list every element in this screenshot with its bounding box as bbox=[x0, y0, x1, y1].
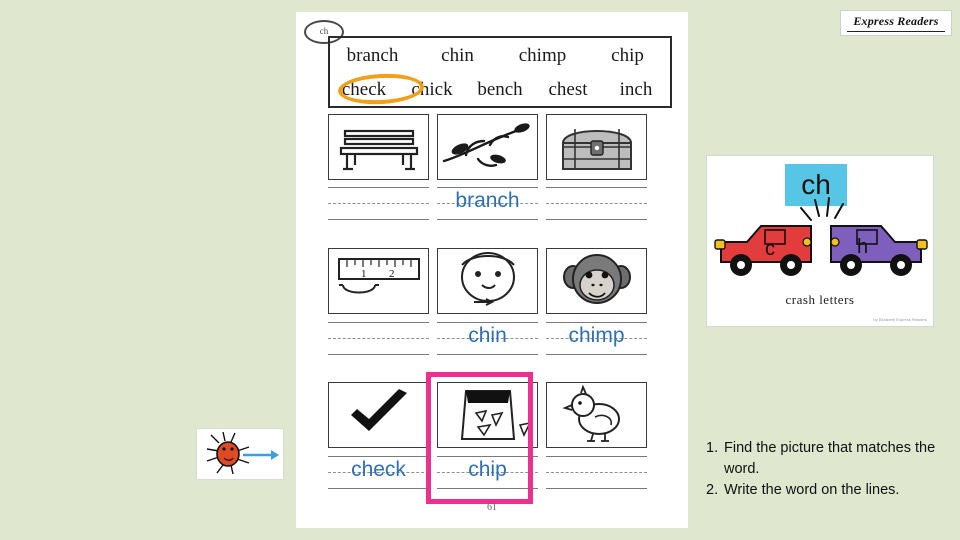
answer-lines-1c[interactable] bbox=[546, 187, 647, 221]
instruction-item: 1. Find the picture that matches the wor… bbox=[706, 438, 936, 480]
line-bottom bbox=[328, 488, 429, 489]
line-mid bbox=[328, 203, 429, 204]
picture-cell-chin bbox=[437, 248, 538, 314]
word-bank-word: bench bbox=[477, 79, 523, 100]
ruler-icon: 1 2 bbox=[338, 258, 420, 294]
word-bank: branch chin chimp chip check chick bench… bbox=[328, 36, 672, 108]
highlight-box-check bbox=[426, 372, 533, 504]
branch-icon bbox=[442, 123, 530, 167]
answer-text-chin: chin bbox=[468, 324, 507, 347]
check-mark-icon bbox=[351, 389, 407, 431]
line-bottom bbox=[546, 219, 647, 220]
chick-icon bbox=[562, 384, 620, 442]
logo-text: Express Readers bbox=[853, 14, 939, 28]
line-bottom bbox=[546, 488, 647, 489]
line-mid bbox=[328, 338, 429, 339]
purple-car bbox=[830, 225, 928, 276]
bug-icon bbox=[206, 431, 279, 475]
instruction-text: Find the picture that matches the word. bbox=[724, 440, 936, 478]
bench-icon bbox=[339, 129, 419, 171]
red-car bbox=[714, 225, 812, 276]
line-mid bbox=[546, 203, 647, 204]
word-bank-word: chin bbox=[441, 45, 474, 66]
line-bottom bbox=[328, 354, 429, 355]
treasure-chest-icon bbox=[561, 129, 633, 170]
answer-lines-3c[interactable] bbox=[546, 456, 647, 490]
line-top bbox=[437, 322, 538, 323]
answer-lines-2a[interactable] bbox=[328, 322, 429, 356]
word-bank-row-1: branch chin chimp chip bbox=[330, 38, 670, 74]
bug-thumbnail bbox=[196, 428, 284, 480]
face-chin-icon bbox=[461, 252, 515, 306]
word-bank-word: chimp bbox=[518, 45, 567, 66]
picture-cell-bench bbox=[328, 114, 429, 180]
picture-cell-chick bbox=[546, 382, 647, 448]
instruction-item: 2. Write the word on the lines. bbox=[706, 480, 936, 501]
answer-text-chimp: chimp bbox=[568, 324, 625, 347]
answer-lines-2c[interactable]: chimp bbox=[546, 322, 647, 356]
worksheet-page: ch branch chin chimp chip check chick be… bbox=[296, 12, 688, 528]
line-mid bbox=[546, 472, 647, 473]
red-car-letter: c bbox=[765, 238, 775, 260]
picture-cell-branch bbox=[437, 114, 538, 180]
purple-car-letter: h bbox=[857, 236, 869, 258]
answer-lines-2b[interactable]: chin bbox=[437, 322, 538, 356]
picture-cell-inch-ruler: 1 2 bbox=[328, 248, 429, 314]
picture-cell-chest bbox=[546, 114, 647, 180]
line-top bbox=[546, 456, 647, 457]
answer-lines-3a[interactable]: check bbox=[328, 456, 429, 490]
word-bank-word: chip bbox=[611, 45, 644, 66]
crash-letters-card: ch c h crash letters by Elizabeth Expres… bbox=[706, 155, 934, 327]
instruction-text: Write the word on the lines. bbox=[724, 482, 900, 499]
svg-text:2: 2 bbox=[389, 268, 395, 280]
line-top bbox=[546, 322, 647, 323]
arrow-icon bbox=[243, 450, 279, 460]
crash-letters-caption: crash letters bbox=[785, 292, 855, 307]
page-number: 61 bbox=[487, 502, 497, 513]
line-top bbox=[328, 187, 429, 188]
picture-cell-check bbox=[328, 382, 429, 448]
line-top bbox=[546, 187, 647, 188]
answer-text-branch: branch bbox=[455, 189, 520, 212]
picture-cell-chimp bbox=[546, 248, 647, 314]
line-top bbox=[328, 322, 429, 323]
line-bottom bbox=[437, 354, 538, 355]
answer-lines-1a[interactable] bbox=[328, 187, 429, 221]
line-bottom bbox=[546, 354, 647, 355]
svg-text:1: 1 bbox=[361, 268, 367, 280]
express-readers-logo: Express Readers bbox=[840, 10, 952, 36]
answer-text-check: check bbox=[351, 458, 406, 481]
word-bank-word: branch bbox=[346, 45, 399, 66]
crash-card-credit: by Elizabeth Express Readers bbox=[873, 316, 927, 322]
line-bottom bbox=[328, 219, 429, 220]
line-top bbox=[437, 187, 538, 188]
instruction-number: 1. bbox=[706, 440, 719, 456]
logo-underline bbox=[847, 31, 945, 32]
line-bottom bbox=[437, 219, 538, 220]
word-bank-word: chest bbox=[548, 79, 588, 100]
line-top bbox=[328, 456, 429, 457]
instructions-list: 1. Find the picture that matches the wor… bbox=[706, 438, 936, 501]
chimp-icon bbox=[563, 254, 631, 304]
instruction-number: 2. bbox=[706, 482, 719, 499]
answer-lines-1b[interactable]: branch bbox=[437, 187, 538, 221]
word-bank-word: inch bbox=[619, 79, 653, 100]
